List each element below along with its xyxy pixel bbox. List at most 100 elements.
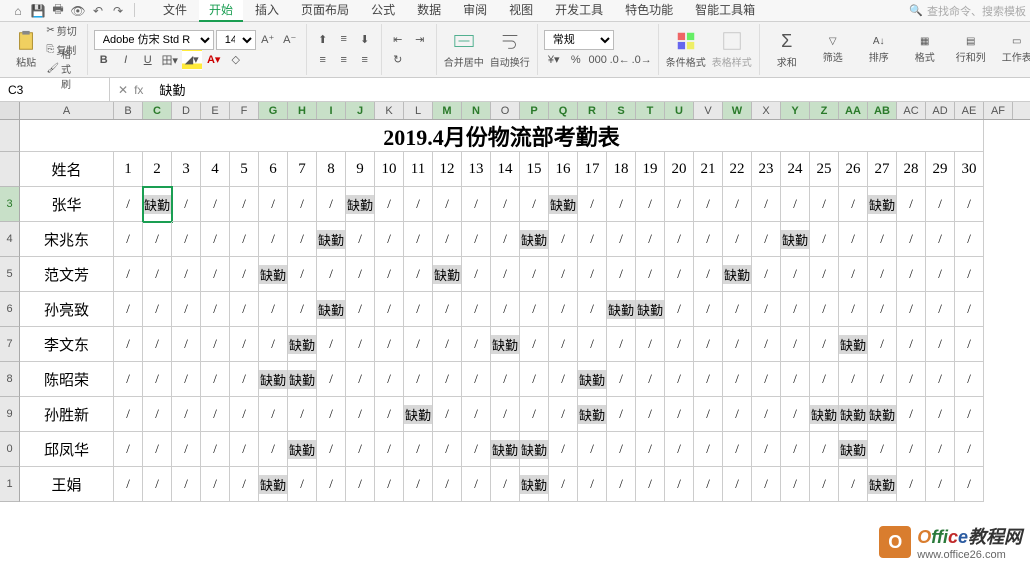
attendance-cell[interactable]: 缺勤 xyxy=(723,257,752,292)
attendance-cell[interactable]: / xyxy=(810,187,839,222)
attendance-cell[interactable]: / xyxy=(230,292,259,327)
attendance-cell[interactable]: / xyxy=(143,397,172,432)
attendance-cell[interactable]: / xyxy=(868,327,897,362)
attendance-cell[interactable]: 缺勤 xyxy=(143,187,172,222)
attendance-cell[interactable]: / xyxy=(143,362,172,397)
attendance-cell[interactable]: / xyxy=(462,327,491,362)
column-header-AD[interactable]: AD xyxy=(926,102,955,119)
attendance-cell[interactable]: / xyxy=(230,362,259,397)
attendance-cell[interactable]: / xyxy=(665,292,694,327)
attendance-cell[interactable]: / xyxy=(549,292,578,327)
attendance-cell[interactable]: / xyxy=(926,327,955,362)
column-header-L[interactable]: L xyxy=(404,102,433,119)
home-icon[interactable]: ⌂ xyxy=(10,3,26,19)
underline-button[interactable]: U xyxy=(138,50,158,70)
attendance-cell[interactable]: 缺勤 xyxy=(491,327,520,362)
name-cell[interactable]: 孙亮致 xyxy=(20,292,114,327)
attendance-cell[interactable]: / xyxy=(694,257,723,292)
comma-button[interactable]: 000 xyxy=(588,50,608,70)
attendance-cell[interactable]: / xyxy=(955,432,984,467)
attendance-cell[interactable]: / xyxy=(723,327,752,362)
attendance-cell[interactable]: / xyxy=(955,467,984,502)
attendance-cell[interactable]: / xyxy=(172,432,201,467)
column-header-S[interactable]: S xyxy=(607,102,636,119)
attendance-cell[interactable]: / xyxy=(462,292,491,327)
attendance-cell[interactable]: / xyxy=(230,222,259,257)
attendance-cell[interactable]: / xyxy=(578,432,607,467)
day-header[interactable]: 3 xyxy=(172,152,201,187)
attendance-cell[interactable]: / xyxy=(433,467,462,502)
day-header[interactable]: 28 xyxy=(897,152,926,187)
align-middle-button[interactable]: ≡ xyxy=(334,29,354,49)
attendance-cell[interactable]: / xyxy=(288,292,317,327)
day-header[interactable]: 18 xyxy=(607,152,636,187)
day-header[interactable]: 22 xyxy=(723,152,752,187)
day-header[interactable]: 30 xyxy=(955,152,984,187)
day-header[interactable]: 6 xyxy=(259,152,288,187)
tab-formula[interactable]: 公式 xyxy=(361,0,405,22)
attendance-cell[interactable]: / xyxy=(259,327,288,362)
attendance-cell[interactable]: / xyxy=(346,397,375,432)
attendance-cell[interactable]: / xyxy=(114,257,143,292)
attendance-cell[interactable]: / xyxy=(201,327,230,362)
attendance-cell[interactable]: / xyxy=(491,257,520,292)
column-header-X[interactable]: X xyxy=(752,102,781,119)
align-top-button[interactable]: ⬆ xyxy=(313,29,333,49)
attendance-cell[interactable]: / xyxy=(723,362,752,397)
merge-center-button[interactable]: 合并居中 xyxy=(443,30,485,69)
attendance-cell[interactable]: / xyxy=(375,362,404,397)
attendance-cell[interactable]: / xyxy=(230,397,259,432)
attendance-cell[interactable]: / xyxy=(259,222,288,257)
attendance-cell[interactable]: / xyxy=(955,292,984,327)
attendance-cell[interactable]: / xyxy=(375,467,404,502)
day-header[interactable]: 23 xyxy=(752,152,781,187)
attendance-cell[interactable]: / xyxy=(172,257,201,292)
attendance-cell[interactable]: / xyxy=(114,292,143,327)
attendance-cell[interactable]: / xyxy=(230,327,259,362)
attendance-cell[interactable]: / xyxy=(172,362,201,397)
attendance-cell[interactable]: / xyxy=(114,467,143,502)
attendance-cell[interactable]: / xyxy=(752,222,781,257)
column-header-E[interactable]: E xyxy=(201,102,230,119)
attendance-cell[interactable]: / xyxy=(317,432,346,467)
attendance-cell[interactable]: / xyxy=(752,292,781,327)
attendance-cell[interactable]: / xyxy=(839,222,868,257)
attendance-cell[interactable]: / xyxy=(404,222,433,257)
attendance-cell[interactable]: / xyxy=(433,327,462,362)
row-header[interactable]: 4 xyxy=(0,222,20,257)
attendance-cell[interactable]: / xyxy=(491,187,520,222)
attendance-cell[interactable]: / xyxy=(143,292,172,327)
attendance-cell[interactable]: / xyxy=(259,187,288,222)
attendance-cell[interactable]: 缺勤 xyxy=(259,362,288,397)
day-header[interactable]: 17 xyxy=(578,152,607,187)
attendance-cell[interactable]: / xyxy=(926,397,955,432)
format-button[interactable]: ▦格式 xyxy=(904,36,946,64)
attendance-cell[interactable]: / xyxy=(897,327,926,362)
redo-icon[interactable]: ↷ xyxy=(110,3,126,19)
attendance-cell[interactable]: / xyxy=(288,222,317,257)
attendance-cell[interactable]: / xyxy=(955,362,984,397)
attendance-cell[interactable]: 缺勤 xyxy=(549,187,578,222)
column-header-Z[interactable]: Z xyxy=(810,102,839,119)
spreadsheet-grid[interactable]: 2019.4月份物流部考勤表 姓名 1234567891011121314151… xyxy=(0,120,1030,502)
attendance-cell[interactable]: / xyxy=(752,187,781,222)
attendance-cell[interactable]: / xyxy=(665,222,694,257)
attendance-cell[interactable]: / xyxy=(897,467,926,502)
search-box[interactable]: 🔍 查找命令、搜索模板 xyxy=(909,3,1026,19)
attendance-cell[interactable]: / xyxy=(636,362,665,397)
attendance-cell[interactable]: / xyxy=(346,292,375,327)
row-header[interactable]: 8 xyxy=(0,362,20,397)
attendance-cell[interactable]: / xyxy=(694,467,723,502)
column-header-A[interactable]: A xyxy=(20,102,114,119)
attendance-cell[interactable]: / xyxy=(201,292,230,327)
fill-color-button[interactable]: ◢▾ xyxy=(182,50,202,70)
attendance-cell[interactable]: / xyxy=(433,432,462,467)
attendance-cell[interactable]: / xyxy=(665,327,694,362)
attendance-cell[interactable]: / xyxy=(462,362,491,397)
day-header[interactable]: 5 xyxy=(230,152,259,187)
attendance-cell[interactable]: 缺勤 xyxy=(839,327,868,362)
decrease-decimal-button[interactable]: .0→ xyxy=(632,50,652,70)
attendance-cell[interactable]: 缺勤 xyxy=(868,467,897,502)
align-right-button[interactable]: ≡ xyxy=(355,50,375,70)
attendance-cell[interactable]: / xyxy=(549,432,578,467)
